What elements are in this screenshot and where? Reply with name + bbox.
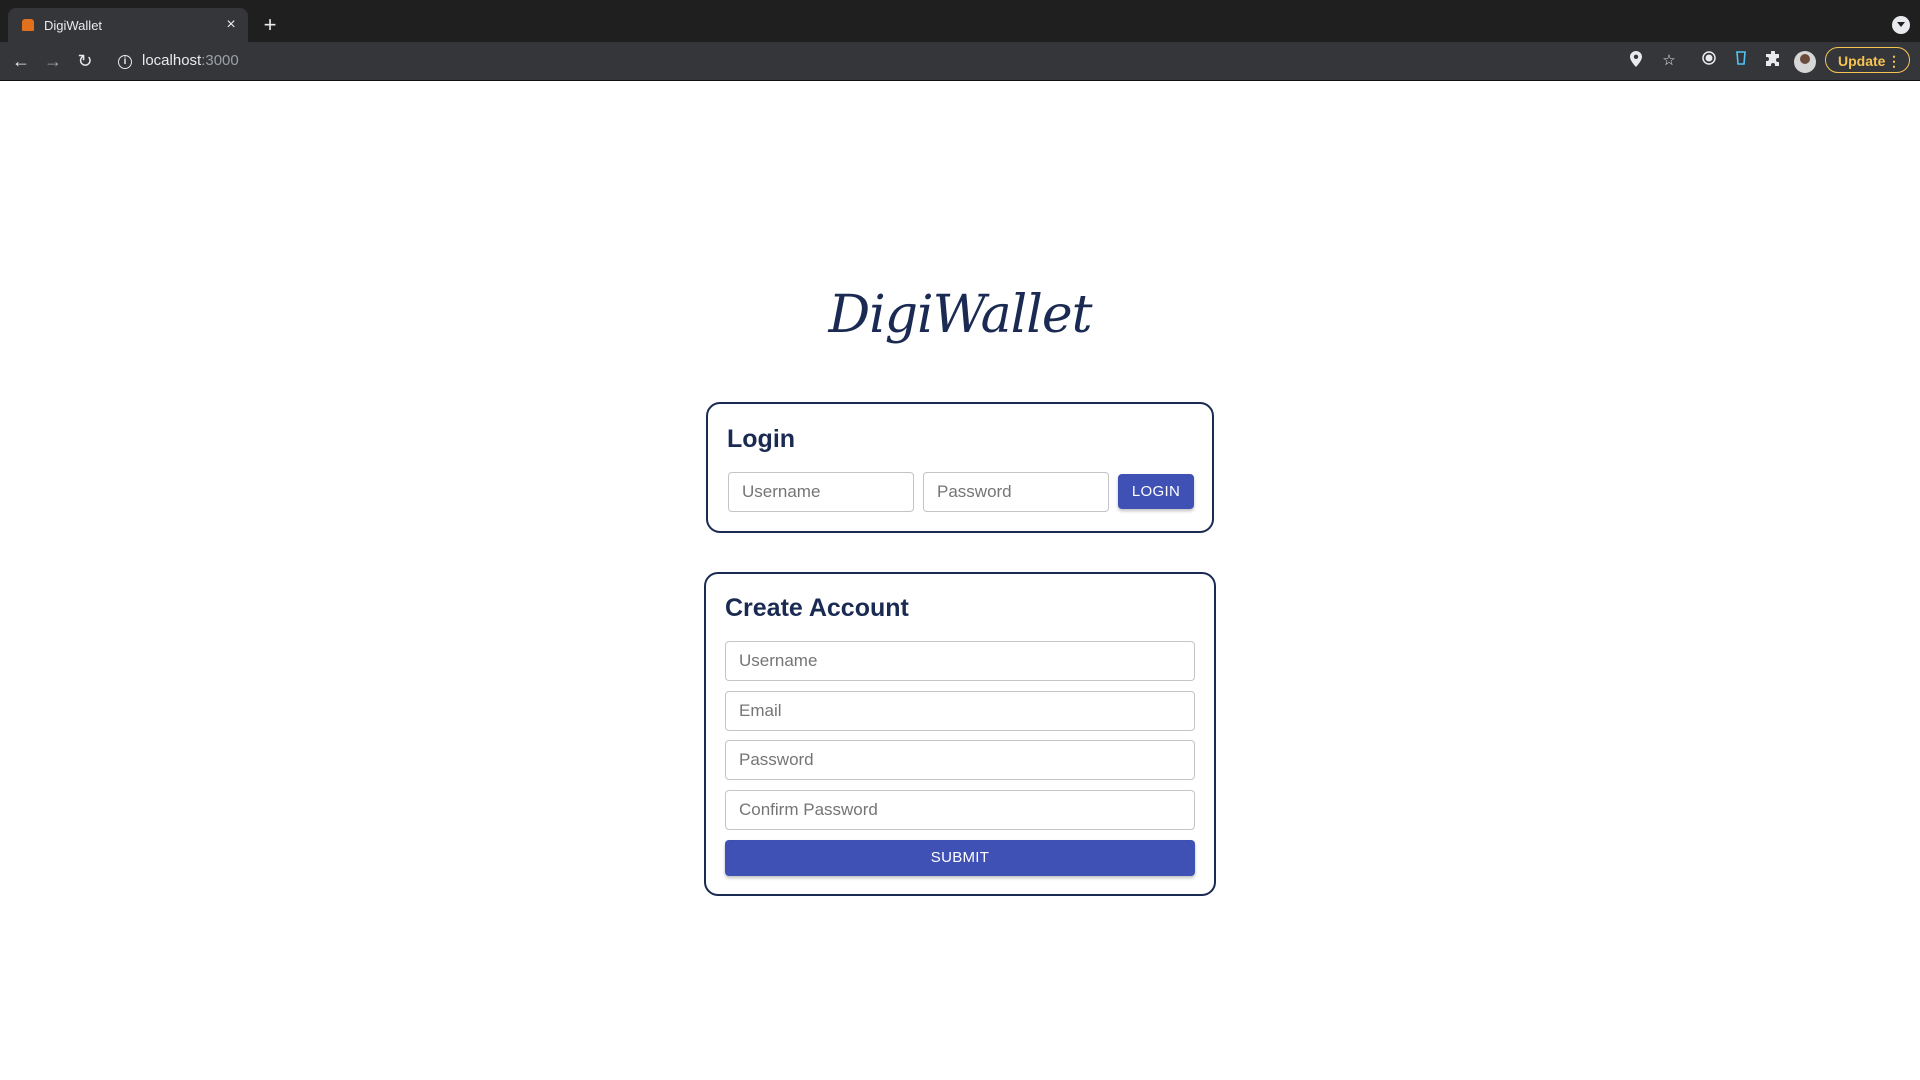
login-password-input[interactable] bbox=[923, 472, 1109, 512]
address-bar[interactable]: localhost:3000 bbox=[142, 52, 239, 69]
login-button[interactable]: LOGIN bbox=[1118, 474, 1194, 509]
login-username-input[interactable] bbox=[728, 472, 914, 512]
favicon-icon bbox=[22, 19, 34, 31]
bookmark-star-icon[interactable]: ☆ bbox=[1659, 51, 1679, 71]
update-label: Update bbox=[1838, 53, 1886, 69]
login-card: Login LOGIN bbox=[706, 402, 1214, 533]
browser-toolbar: ← → ↻ i localhost:3000 ☆ Update ⋮ bbox=[0, 42, 1920, 81]
location-pin-icon[interactable] bbox=[1626, 51, 1646, 71]
signup-password-input[interactable] bbox=[725, 740, 1195, 780]
browser-tab[interactable]: DigiWallet × bbox=[8, 8, 248, 42]
site-info-icon[interactable]: i bbox=[118, 55, 132, 69]
reload-icon[interactable]: ↻ bbox=[72, 48, 98, 74]
submit-button[interactable]: SUBMIT bbox=[725, 840, 1195, 876]
tab-title: DigiWallet bbox=[44, 17, 103, 33]
forward-arrow-icon[interactable]: → bbox=[40, 48, 66, 74]
url-port: :3000 bbox=[201, 52, 239, 69]
puzzle-extensions-icon[interactable] bbox=[1763, 50, 1783, 71]
signup-username-input[interactable] bbox=[725, 641, 1195, 681]
browser-tab-strip: DigiWallet × + bbox=[0, 0, 1920, 42]
create-account-title: Create Account bbox=[725, 594, 909, 622]
app-logo: DigiWallet bbox=[828, 285, 1092, 345]
create-account-card: Create Account SUBMIT bbox=[704, 572, 1216, 896]
login-title: Login bbox=[727, 425, 796, 453]
extension-cup-icon[interactable] bbox=[1731, 51, 1751, 71]
signup-email-input[interactable] bbox=[725, 691, 1195, 731]
browser-menu-icon[interactable]: ⋮ bbox=[1887, 48, 1901, 74]
update-button[interactable]: Update ⋮ bbox=[1825, 47, 1910, 73]
signup-confirm-password-input[interactable] bbox=[725, 790, 1195, 830]
tab-search-icon[interactable] bbox=[1892, 16, 1910, 34]
back-arrow-icon[interactable]: ← bbox=[8, 48, 34, 74]
extension-record-icon[interactable] bbox=[1699, 51, 1719, 71]
close-tab-icon[interactable]: × bbox=[222, 16, 240, 34]
url-host: localhost bbox=[142, 52, 202, 69]
profile-avatar[interactable] bbox=[1794, 51, 1816, 73]
new-tab-button[interactable]: + bbox=[256, 12, 284, 40]
